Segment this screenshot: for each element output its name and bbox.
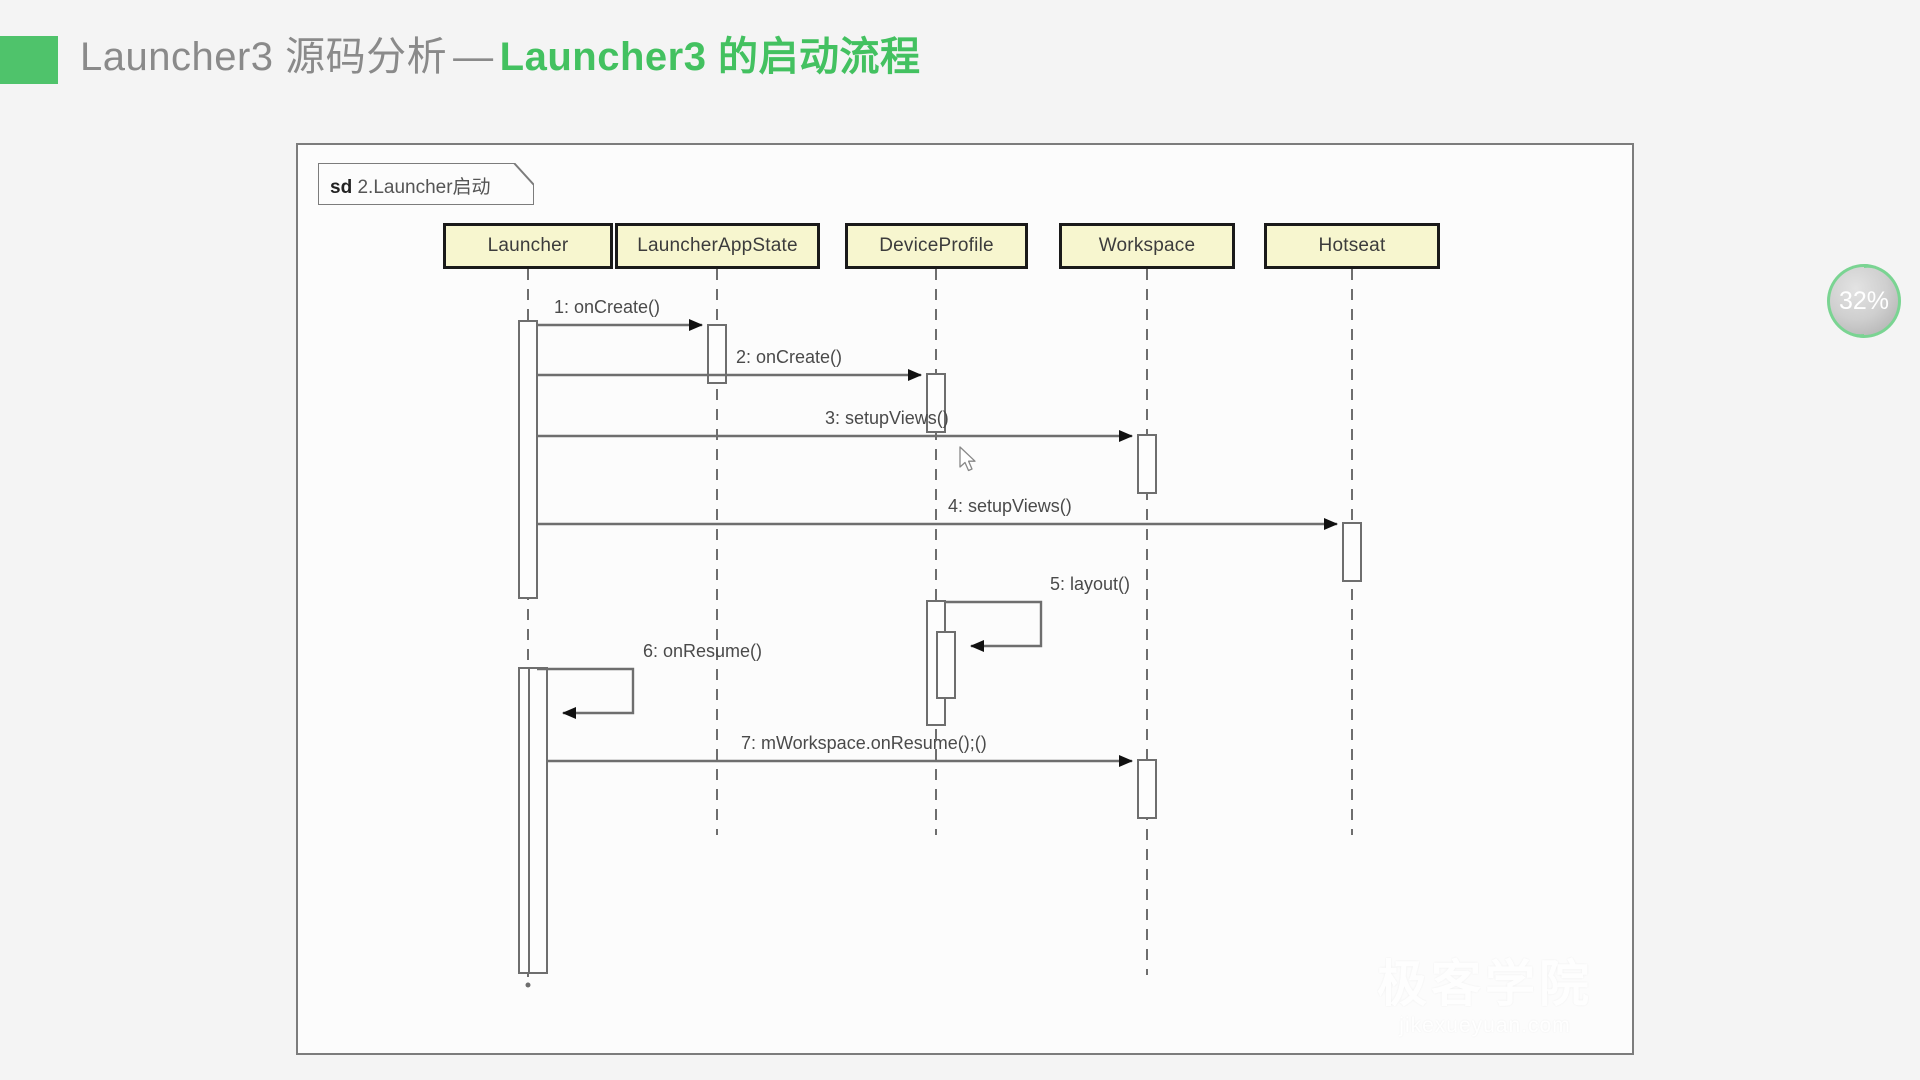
progress-percent-label: 32% [1838,286,1890,315]
page-title-dash: — [453,35,494,79]
slide-canvas: Launcher3 源码分析 — Launcher3 的启动流程 sd 2.Laun… [0,0,1920,1080]
arrow-msg-6 [537,667,635,719]
lifeline-label-launcherappstate: LauncherAppState [637,235,798,256]
lifeline-label-launcher: Launcher [487,235,569,256]
lifeline-end-dot [525,982,531,988]
diagram-vector-layer [518,269,1362,988]
page-title-plain: Launcher3 源码分析 [80,35,448,79]
page-title-highlight: Launcher3 的启动流程 [499,35,921,79]
lifeline-label-hotseat: Hotseat [1318,235,1386,256]
lifeline-head-launcher[interactable]: Launcher [443,223,613,269]
message-label-4: 4: setupViews() [948,496,1072,516]
lifeline-head-deviceprofile[interactable]: DeviceProfile [845,223,1028,269]
message-label-2: 2: onCreate() [736,347,843,367]
activation-workspace-setupviews [1137,434,1157,494]
activation-launcher-resume-inner [528,667,548,974]
progress-badge[interactable]: 32% [1825,262,1903,340]
activation-launcher-create [518,320,538,599]
lifeline-head-workspace[interactable]: Workspace [1059,223,1235,269]
arrow-msg-5 [945,600,1043,652]
message-label-3: 3: setupViews() [825,408,949,428]
message-label-5: 5: layout() [1050,574,1131,594]
lifeline-head-hotseat[interactable]: Hotseat [1264,223,1440,269]
sequence-diagram: sd 2.Launcher启动 Launcher LauncherAppStat… [296,143,1634,1055]
activation-workspace-resume [1137,759,1157,819]
lifeline-label-workspace: Workspace [1098,235,1196,256]
page-title: Launcher3 源码分析 — Launcher3 的启动流程 [80,26,921,88]
message-label-6: 6: onResume() [643,641,763,661]
lifeline-label-deviceprofile: DeviceProfile [879,235,994,256]
activation-hotseat-setupviews [1342,522,1362,582]
message-label-1: 1: onCreate() [554,297,661,317]
header-accent-block [0,36,58,84]
slide-header: Launcher3 源码分析 — Launcher3 的启动流程 [0,0,1920,110]
activation-deviceprofile-layout-inner [936,631,956,699]
lifeline-head-launcherappstate[interactable]: LauncherAppState [615,223,820,269]
message-label-7: 7: mWorkspace.onResume();() [741,733,987,753]
